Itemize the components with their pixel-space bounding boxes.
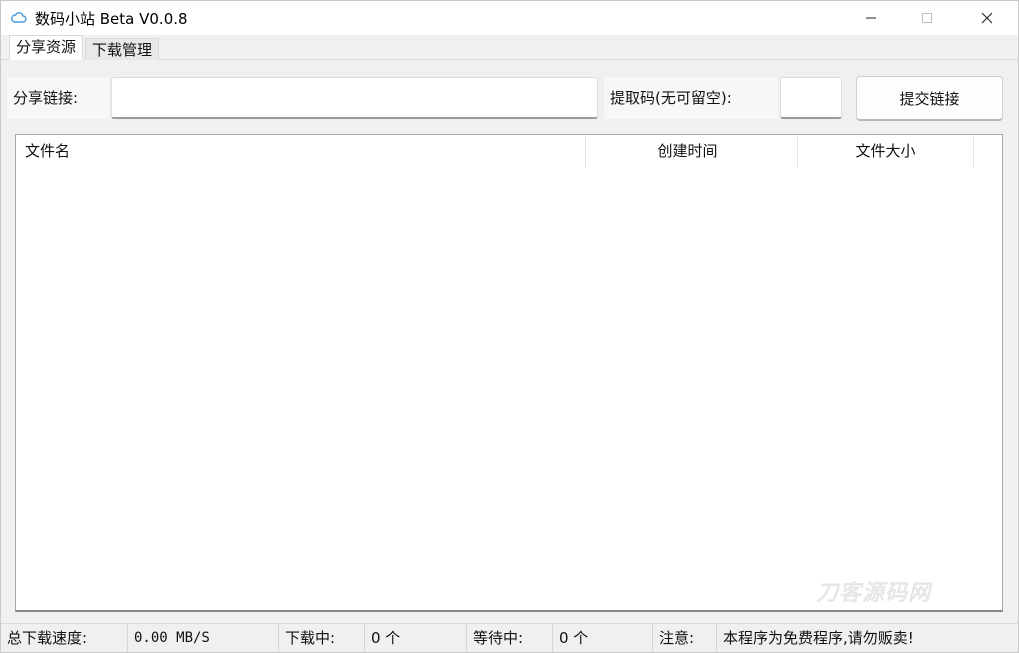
close-icon	[981, 12, 993, 24]
share-link-input[interactable]	[111, 77, 598, 119]
column-header-filename[interactable]: 文件名	[16, 135, 586, 168]
downloading-label: 下载中:	[279, 624, 365, 652]
waiting-count: 0 个	[553, 624, 653, 652]
share-resources-panel: 分享链接: 提取码(无可留空): 提交链接 文件名 创建时间 文件大小 刀客源码…	[1, 60, 1018, 652]
submit-link-button[interactable]: 提交链接	[856, 76, 1003, 121]
cloud-icon	[11, 10, 27, 24]
tab-share-resources[interactable]: 分享资源	[9, 35, 84, 60]
total-speed-value: 0.00 MB/S	[128, 624, 279, 652]
tab-download-manager[interactable]: 下载管理	[85, 38, 160, 60]
notice-label: 注意:	[653, 624, 717, 652]
window-title: 数码小站 Beta V0.0.8	[35, 10, 188, 28]
close-button[interactable]	[961, 1, 1013, 35]
maximize-icon	[922, 13, 932, 23]
total-speed-label: 总下载速度:	[1, 624, 128, 652]
minimize-icon	[866, 17, 876, 19]
share-link-label: 分享链接:	[7, 77, 109, 119]
waiting-label: 等待中:	[467, 624, 553, 652]
file-list[interactable]: 文件名 创建时间 文件大小 刀客源码网	[15, 134, 1003, 612]
notice-text: 本程序为免费程序,请勿贩卖!	[723, 629, 914, 647]
maximize-button[interactable]	[901, 1, 953, 35]
watermark: 刀客源码网	[816, 581, 932, 606]
column-header-created-time-label: 创建时间	[657, 142, 718, 160]
status-bar: 总下载速度: 0.00 MB/S 下载中: 0 个 等待中: 0 个 注意: 本…	[1, 623, 1018, 652]
downloading-count: 0 个	[365, 624, 467, 652]
extract-code-input[interactable]	[780, 77, 842, 119]
column-header-created-time[interactable]: 创建时间	[586, 135, 798, 168]
title-bar[interactable]: 数码小站 Beta V0.0.8	[1, 1, 1018, 35]
file-list-header: 文件名 创建时间 文件大小	[16, 135, 1002, 168]
app-window: 数码小站 Beta V0.0.8 分享资源 下载管理 分享链接: 提取码(无可留…	[0, 0, 1019, 653]
extract-code-label: 提取码(无可留空):	[604, 77, 778, 119]
column-header-filler	[974, 135, 1002, 168]
column-header-file-size[interactable]: 文件大小	[798, 135, 974, 168]
tab-strip: 分享资源 下载管理	[1, 35, 1018, 60]
minimize-button[interactable]	[845, 1, 897, 35]
